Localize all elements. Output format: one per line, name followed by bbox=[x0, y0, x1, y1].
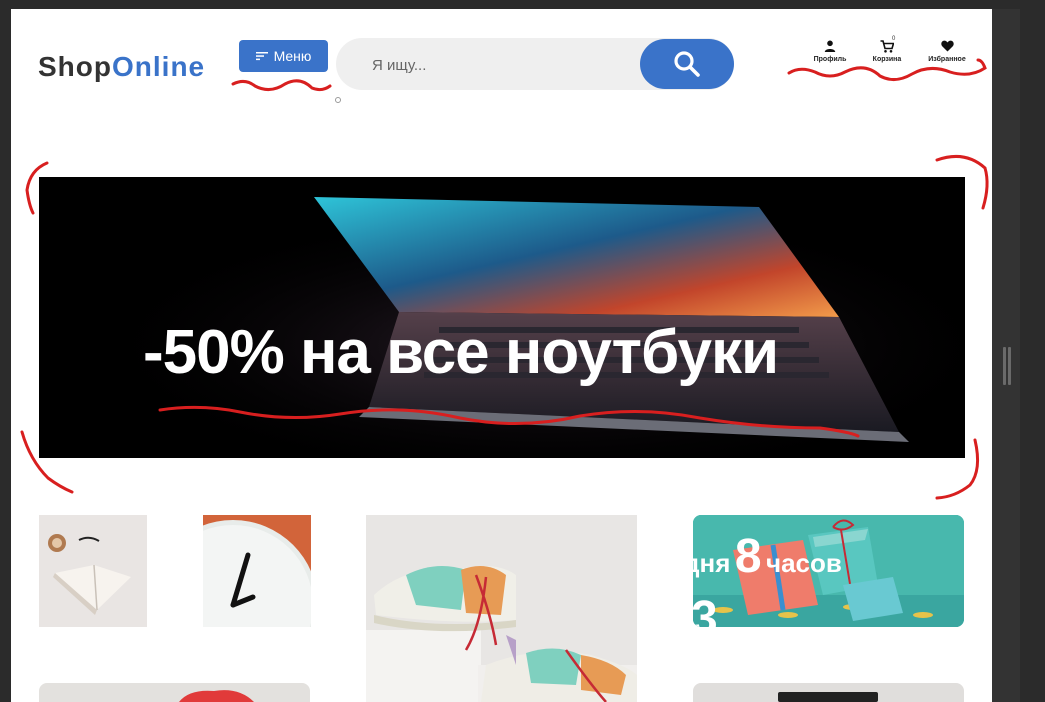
book-image bbox=[39, 515, 147, 627]
search-bar bbox=[336, 38, 734, 92]
search-icon bbox=[674, 51, 700, 77]
profile-label: Профиль bbox=[813, 56, 847, 63]
search-input[interactable] bbox=[370, 38, 634, 92]
favorites-label: Избранное bbox=[928, 56, 966, 63]
product-tile-book[interactable] bbox=[39, 515, 147, 627]
person-icon bbox=[824, 40, 836, 52]
device-image bbox=[778, 692, 878, 702]
red-item-image bbox=[179, 690, 254, 702]
favorites-link[interactable]: Избранное bbox=[922, 38, 972, 63]
cart-count: 0 bbox=[892, 36, 896, 42]
heart-icon bbox=[940, 40, 954, 52]
menu-lines-icon bbox=[255, 52, 268, 61]
promo-countdown-tile[interactable]: дня 8 часов 3 bbox=[693, 515, 964, 627]
logo-shop: Shop bbox=[38, 51, 112, 82]
countdown-days-fragment: дня bbox=[693, 548, 731, 578]
menu-label: Меню bbox=[273, 48, 312, 64]
profile-link[interactable]: Профиль bbox=[805, 38, 855, 63]
product-tile-clock[interactable] bbox=[203, 515, 311, 627]
sneakers-image bbox=[366, 515, 637, 702]
product-tile-sneakers[interactable] bbox=[366, 515, 637, 702]
product-tile-partial-left[interactable] bbox=[39, 683, 310, 702]
countdown-hours-label: часов bbox=[766, 548, 842, 578]
countdown-hours-value: 8 bbox=[734, 530, 762, 583]
clock-image bbox=[203, 515, 311, 627]
cart-link[interactable]: 0 Корзина bbox=[862, 36, 912, 63]
product-tile-partial-right[interactable] bbox=[693, 683, 964, 702]
cart-label: Корзина bbox=[872, 56, 902, 63]
carousel-dot[interactable] bbox=[335, 97, 341, 103]
logo-online: Online bbox=[112, 51, 206, 82]
page: ShopOnline Меню Профиль bbox=[11, 9, 992, 702]
banner-headline: -50% на все ноутбуки bbox=[143, 318, 779, 387]
countdown-line-1: дня 8 часов bbox=[693, 529, 842, 584]
resize-handle[interactable] bbox=[1003, 347, 1011, 385]
search-button[interactable] bbox=[640, 39, 734, 89]
menu-button[interactable]: Меню bbox=[239, 40, 328, 72]
hero-banner[interactable]: -50% на все ноутбуки bbox=[39, 177, 965, 458]
logo[interactable]: ShopOnline bbox=[38, 51, 205, 83]
countdown-second-value: 3 bbox=[693, 592, 718, 627]
